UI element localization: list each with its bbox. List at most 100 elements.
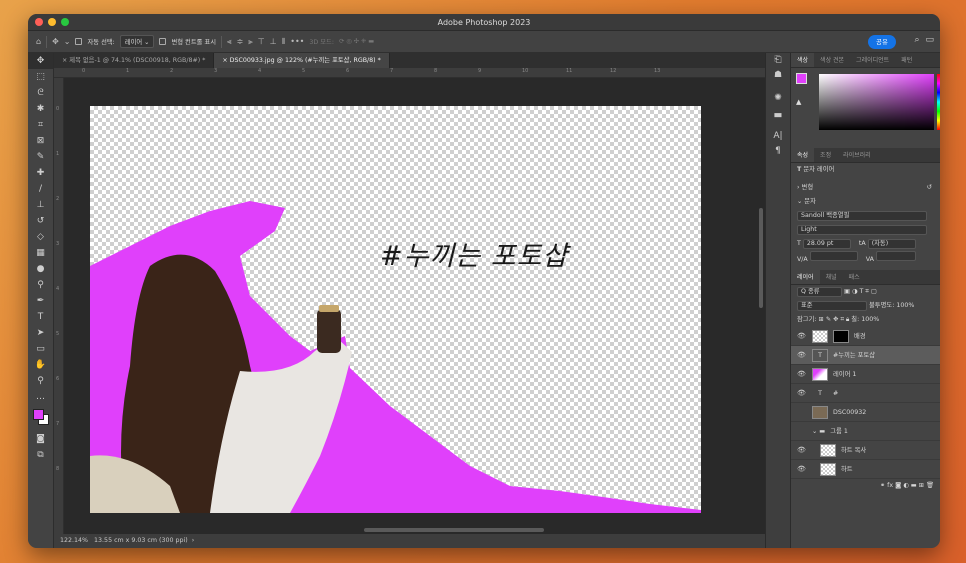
fill-value[interactable]: 100% (861, 316, 879, 323)
tab-channels[interactable]: 채널 (820, 270, 843, 284)
distribute-icon[interactable]: ⦀ (282, 37, 286, 47)
hue-slider[interactable] (937, 74, 940, 130)
tab-properties[interactable]: 속성 (791, 148, 815, 162)
tab-paths[interactable]: 패스 (843, 270, 866, 284)
lasso-tool-icon[interactable]: ᘓ (28, 85, 53, 101)
align-middle-icon[interactable]: ⊥ (270, 37, 277, 46)
auto-select-checkbox[interactable] (75, 38, 83, 45)
more-icon[interactable]: ••• (290, 37, 304, 46)
filter-icons[interactable]: ▣ ◑ T ⌗ ▢ (844, 288, 877, 295)
blur-tool-icon[interactable]: ● (28, 261, 53, 277)
frame-tool-icon[interactable]: ⊠ (28, 133, 53, 149)
layer-row[interactable]: 👁︎ 하트 복사 (791, 441, 940, 460)
layer-filter-select[interactable]: Q 종류 (797, 287, 842, 297)
home-icon[interactable]: ⌂ (36, 37, 41, 46)
mask-icon[interactable]: ◙ (895, 482, 901, 489)
foreground-color-swatch[interactable] (33, 409, 44, 420)
new-layer-icon[interactable]: ⊞ (919, 482, 924, 489)
layer-row[interactable]: 👁︎ T # (791, 384, 940, 403)
align-top-icon[interactable]: ⊤ (258, 37, 265, 46)
opacity-value[interactable]: 100% (896, 302, 914, 309)
pen-tool-icon[interactable]: ✒ (28, 293, 53, 309)
crop-tool-icon[interactable]: ⌗ (28, 117, 53, 133)
document-canvas[interactable]: #누끼는 포토샵 (90, 106, 701, 513)
lock-icons[interactable]: ⊞ ✎ ✥ ⌗ 🔒︎ (819, 316, 850, 323)
zoom-level[interactable]: 122.14% (60, 537, 88, 544)
brush-tool-icon[interactable]: / (28, 181, 53, 197)
search-icon[interactable]: ⌕ (914, 35, 919, 45)
align-right-icon[interactable]: ⫸ (248, 37, 253, 47)
eye-icon[interactable]: 👁︎ (797, 365, 807, 384)
color-picker-field[interactable] (819, 74, 934, 130)
tab-color[interactable]: 색상 (791, 53, 815, 67)
more-tools-icon[interactable]: … (28, 389, 53, 405)
eye-icon[interactable]: 👁︎ (797, 441, 807, 460)
align-left-icon[interactable]: ⫷ (227, 37, 232, 47)
document-tab-active[interactable]: × DSC00933.jpg @ 122% (#누끼는 포토샵, RGB/8) … (214, 53, 390, 68)
vertical-scrollbar[interactable] (759, 208, 763, 308)
eye-icon[interactable]: 👁︎ (797, 384, 807, 403)
fx-label[interactable]: fx (887, 482, 893, 489)
reset-icon[interactable]: ↺ (927, 181, 932, 195)
brush-settings-icon[interactable]: ☗ (766, 68, 790, 83)
font-style-select[interactable]: Light (797, 225, 927, 235)
adjustment-layer-icon[interactable]: ◐ (903, 482, 909, 489)
layer-row[interactable]: 👁︎ 배경 (791, 327, 940, 346)
trash-icon[interactable]: 🗑︎ (926, 482, 934, 489)
font-size-field[interactable]: 28.09 pt (802, 239, 851, 249)
kerning-field[interactable] (809, 251, 858, 261)
path-select-icon[interactable]: ➤ (28, 325, 53, 341)
align-center-icon[interactable]: ≑ (237, 37, 244, 46)
layer-row[interactable]: 👁︎ T #누끼는 포토샵 (791, 346, 940, 365)
document-tab[interactable]: × 제목 없음-1 @ 74.1% (DSC00918, RGB/8#) * (54, 53, 215, 68)
healing-brush-icon[interactable]: ✚ (28, 165, 53, 181)
move-tool-icon[interactable]: ✥ (52, 37, 59, 46)
dodge-tool-icon[interactable]: ⚲ (28, 277, 53, 293)
marquee-tool-icon[interactable]: ⬚ (28, 69, 53, 85)
history-icon[interactable]: ⎗ (766, 53, 790, 68)
folder-icon[interactable]: ▬ (911, 482, 917, 489)
eye-icon[interactable]: 👁︎ (797, 460, 807, 479)
eraser-icon[interactable]: ◇ (28, 229, 53, 245)
layer-group-row[interactable]: ⌄ ▬ 그룹 1 (791, 422, 940, 441)
chevron-down-icon[interactable]: ⌄ (64, 37, 71, 46)
magic-wand-icon[interactable]: ✱ (28, 101, 53, 117)
eyedropper-icon[interactable]: ✎ (28, 149, 53, 165)
tracking-field[interactable] (876, 251, 917, 261)
layer-row[interactable]: 👁︎ 레이어 1 (791, 365, 940, 384)
histogram-icon[interactable]: ▃ (766, 106, 790, 121)
workspace-icon[interactable]: ▭ (925, 35, 934, 45)
tab-libraries[interactable]: 라이브러리 (837, 148, 877, 162)
text-section[interactable]: ⌄ 문자 (791, 195, 940, 209)
type-tool-icon[interactable]: T (28, 309, 53, 325)
leading-field[interactable]: (자동) (867, 239, 916, 249)
blend-mode-select[interactable]: 표준 (797, 301, 867, 311)
rectangle-tool-icon[interactable]: ▭ (28, 341, 53, 357)
quick-mask-icon[interactable]: ◙ (28, 431, 53, 447)
zoom-tool-icon[interactable]: ⚲ (28, 373, 53, 389)
tab-swatches[interactable]: 색상 견본 (814, 53, 850, 67)
zoom-window-button[interactable] (61, 18, 69, 26)
layer-row[interactable]: 👁︎ 하트 (791, 460, 940, 479)
stamp-tool-icon[interactable]: ⊥ (28, 197, 53, 213)
canvas-headline-text[interactable]: #누끼는 포토샵 (380, 234, 568, 273)
hand-tool-icon[interactable]: ✋ (28, 357, 53, 373)
tab-layers[interactable]: 레이어 (791, 270, 820, 284)
link-icon[interactable]: ⚭ (880, 482, 885, 489)
adjustments-icon[interactable]: ✺ (766, 91, 790, 106)
auto-select-dropdown[interactable]: 레이어 ⌄ (119, 35, 155, 48)
gradient-tool-icon[interactable]: ▦ (28, 245, 53, 261)
paragraph-icon[interactable]: ¶ (766, 144, 790, 159)
foreground-color-swatch[interactable] (796, 73, 807, 84)
transform-controls-checkbox[interactable] (159, 38, 167, 45)
tab-patterns[interactable]: 패턴 (895, 53, 918, 67)
status-arrow[interactable]: › (192, 537, 195, 544)
move-tool-icon[interactable]: ✥ (28, 53, 53, 69)
screen-mode-icon[interactable]: ⧉ (28, 447, 53, 463)
history-brush-icon[interactable]: ↺ (28, 213, 53, 229)
close-window-button[interactable] (35, 18, 43, 26)
3d-orbit-icon[interactable]: ⟳ ◎ ✣ ⁜ ▬ (339, 38, 374, 45)
canvas-area[interactable]: #누끼는 포토샵 (64, 78, 765, 534)
transform-section[interactable]: › 변형 ↺ (791, 181, 940, 195)
minimize-window-button[interactable] (48, 18, 56, 26)
